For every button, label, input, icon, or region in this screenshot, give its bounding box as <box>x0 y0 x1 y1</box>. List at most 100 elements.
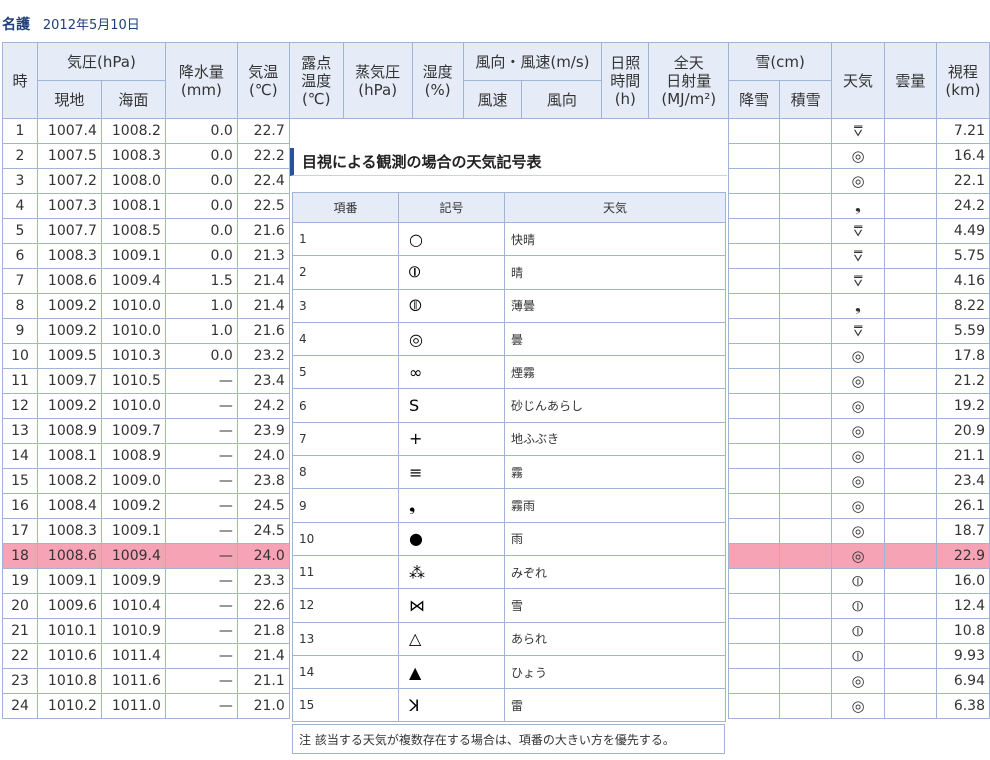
snowdepth-cell <box>779 118 833 144</box>
header-vapor: 蒸気圧 (hPa) <box>342 42 413 119</box>
pressure-sea-cell: 1009.1 <box>100 243 166 269</box>
pressure-local-cell: 1007.5 <box>36 143 102 169</box>
cloud-cell <box>883 143 937 169</box>
legend-num-cell: 3 <box>292 288 399 323</box>
pressure-local-cell: 1009.2 <box>36 393 102 419</box>
pressure-local-cell: 1008.4 <box>36 493 102 519</box>
temp-cell: 21.4 <box>236 643 290 669</box>
legend-symbol-icon: ꓘ <box>398 688 505 723</box>
legend-row: 4 ◎ 曇 <box>292 321 726 357</box>
cloud-cell <box>883 243 937 269</box>
precip-cell: — <box>164 643 238 669</box>
temp-cell: 22.5 <box>236 193 290 219</box>
pressure-sea-cell: 1008.1 <box>100 193 166 219</box>
snowdepth-cell <box>779 668 833 694</box>
temp-cell: 21.3 <box>236 243 290 269</box>
visibility-cell: 10.8 <box>935 618 990 644</box>
pressure-local-cell: 1010.8 <box>36 668 102 694</box>
weather-symbol-cell: ◎ <box>831 343 885 369</box>
hour-cell: 2 <box>2 143 38 169</box>
pressure-local-cell: 1008.6 <box>36 543 102 569</box>
visibility-cell: 4.49 <box>935 218 990 244</box>
pressure-local-cell: 1009.2 <box>36 318 102 344</box>
legend-symbol-icon: ❟ <box>398 488 505 523</box>
legend-symbol-icon: S <box>398 388 505 423</box>
pressure-sea-cell: 1010.0 <box>100 393 166 419</box>
legend-num-cell: 7 <box>292 421 399 457</box>
snowfall-cell <box>728 318 781 344</box>
legend-num-cell: 1 <box>292 221 399 257</box>
snowdepth-cell <box>779 318 833 344</box>
cloud-cell <box>883 468 937 494</box>
snowfall-cell <box>728 293 781 319</box>
snowdepth-cell <box>779 418 833 444</box>
snowfall-cell <box>728 568 781 594</box>
weather-symbol-cell: ⩢ <box>831 318 885 344</box>
legend-num-cell: 4 <box>292 321 399 357</box>
hour-cell: 21 <box>2 618 38 644</box>
visibility-cell: 18.7 <box>935 518 990 544</box>
precip-cell: 0.0 <box>164 243 238 269</box>
legend-symbol-icon: △ <box>398 621 505 656</box>
pressure-local-cell: 1007.3 <box>36 193 102 219</box>
snowdepth-cell <box>779 543 833 569</box>
header-pressure-sea: 海面 <box>100 80 166 119</box>
legend-weather-cell: 曇 <box>504 321 726 357</box>
legend-weather-cell: 晴 <box>504 255 726 290</box>
snowfall-cell <box>728 143 781 169</box>
legend-symbol-icon: + <box>398 421 505 457</box>
weather-symbol-cell: ⦶ <box>831 593 885 619</box>
hour-cell: 1 <box>2 118 38 144</box>
legend-header-num: 項番 <box>292 192 399 223</box>
legend-num-cell: 11 <box>292 554 399 590</box>
temp-cell: 23.2 <box>236 343 290 369</box>
legend-row: 7 + 地ふぶき <box>292 421 726 457</box>
hour-cell: 7 <box>2 268 38 294</box>
pressure-local-cell: 1009.5 <box>36 343 102 369</box>
cloud-cell <box>883 518 937 544</box>
pressure-local-cell: 1007.7 <box>36 218 102 244</box>
hour-cell: 10 <box>2 343 38 369</box>
precip-cell: — <box>164 543 238 569</box>
hour-cell: 14 <box>2 443 38 469</box>
visibility-cell: 24.2 <box>935 193 990 219</box>
visibility-cell: 21.1 <box>935 443 990 469</box>
pressure-sea-cell: 1008.0 <box>100 168 166 194</box>
weather-symbol-cell: ⦶ <box>831 568 885 594</box>
pressure-local-cell: 1010.1 <box>36 618 102 644</box>
legend-row: 11 ⁂ みぞれ <box>292 554 726 590</box>
pressure-sea-cell: 1008.5 <box>100 218 166 244</box>
pressure-sea-cell: 1011.0 <box>100 693 166 719</box>
temp-cell: 22.6 <box>236 593 290 619</box>
temp-cell: 23.8 <box>236 468 290 494</box>
visibility-cell: 5.75 <box>935 243 990 269</box>
snowdepth-cell <box>779 393 833 419</box>
precip-cell: 1.0 <box>164 293 238 319</box>
weather-symbol-legend: 目視による観測の場合の天気記号表 項番 記号 天気 1 ○ 快晴 2 ⦶ 晴 3 ⦷ 薄曇 4 ◎ 曇… <box>290 120 727 760</box>
pressure-sea-cell: 1010.9 <box>100 618 166 644</box>
temp-cell: 22.7 <box>236 118 290 144</box>
hour-cell: 5 <box>2 218 38 244</box>
temp-cell: 21.4 <box>236 268 290 294</box>
weather-symbol-cell: ⩢ <box>831 268 885 294</box>
cloud-cell <box>883 193 937 219</box>
pressure-sea-cell: 1009.4 <box>100 268 166 294</box>
pressure-sea-cell: 1009.4 <box>100 543 166 569</box>
legend-num-cell: 12 <box>292 588 399 623</box>
header-temp: 気温 (℃) <box>236 42 290 119</box>
snowdepth-cell <box>779 143 833 169</box>
hour-cell: 18 <box>2 543 38 569</box>
snowfall-cell <box>728 493 781 519</box>
observation-date: 2012年5月10日 <box>42 18 140 33</box>
weather-symbol-cell: ◎ <box>831 168 885 194</box>
legend-symbol-icon: ⁂ <box>398 554 505 590</box>
legend-symbol-icon: ▲ <box>398 654 505 690</box>
header-sunshine: 日照 時間 (h) <box>601 42 650 119</box>
precip-cell: — <box>164 668 238 694</box>
cloud-cell <box>883 568 937 594</box>
visibility-cell: 17.8 <box>935 343 990 369</box>
cloud-cell <box>883 368 937 394</box>
legend-note: 注 該当する天気が複数存在する場合は、項番の大きい方を優先する。 <box>292 724 725 754</box>
pressure-sea-cell: 1009.2 <box>100 493 166 519</box>
temp-cell: 24.0 <box>236 543 290 569</box>
